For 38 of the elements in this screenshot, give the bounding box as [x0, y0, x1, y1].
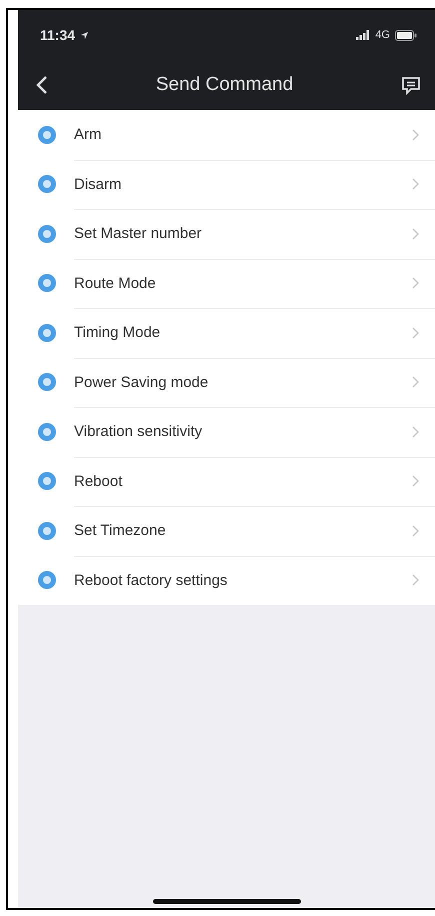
location-arrow-icon	[80, 30, 90, 40]
command-item[interactable]: Reboot	[18, 456, 435, 506]
back-icon[interactable]	[36, 75, 48, 95]
command-item[interactable]: Power Saving mode	[18, 358, 435, 407]
chevron-icon	[412, 376, 419, 388]
battery-icon	[395, 30, 417, 40]
command-item[interactable]: Arm	[18, 110, 435, 160]
circle-icon	[38, 422, 56, 441]
command-item[interactable]: Route Mode	[18, 258, 435, 308]
chevron-icon	[412, 574, 419, 586]
chevron-icon	[412, 475, 419, 488]
command-item[interactable]: Reboot factory settings	[18, 556, 435, 605]
command-item[interactable]: Set Master number	[18, 209, 435, 258]
circle-icon	[38, 274, 56, 292]
command-item[interactable]: Vibration sensitivity	[18, 407, 435, 456]
chevron-icon	[412, 128, 419, 141]
circle-icon	[38, 373, 56, 392]
network-label: 4G	[375, 29, 390, 41]
chevron-icon	[412, 524, 419, 537]
circle-icon	[38, 324, 56, 342]
chevron-icon	[412, 326, 419, 339]
command-item[interactable]: Timing Mode	[18, 308, 435, 358]
circle-icon	[38, 224, 56, 243]
circle-icon	[38, 571, 56, 590]
command-item[interactable]: Disarm	[18, 160, 435, 209]
circle-icon	[38, 522, 56, 540]
chevron-icon	[412, 277, 419, 290]
circle-icon	[38, 472, 56, 490]
message-icon[interactable]	[400, 76, 421, 94]
circle-icon	[38, 175, 56, 194]
chevron-icon	[412, 178, 419, 190]
status-time: 11:34	[40, 27, 76, 43]
chevron-icon	[412, 426, 419, 438]
signal-icon	[356, 30, 370, 40]
page-title: Send Command	[156, 74, 294, 96]
chevron-icon	[412, 228, 419, 240]
circle-icon	[38, 126, 56, 144]
command-item[interactable]: Set Timezone	[18, 506, 435, 556]
